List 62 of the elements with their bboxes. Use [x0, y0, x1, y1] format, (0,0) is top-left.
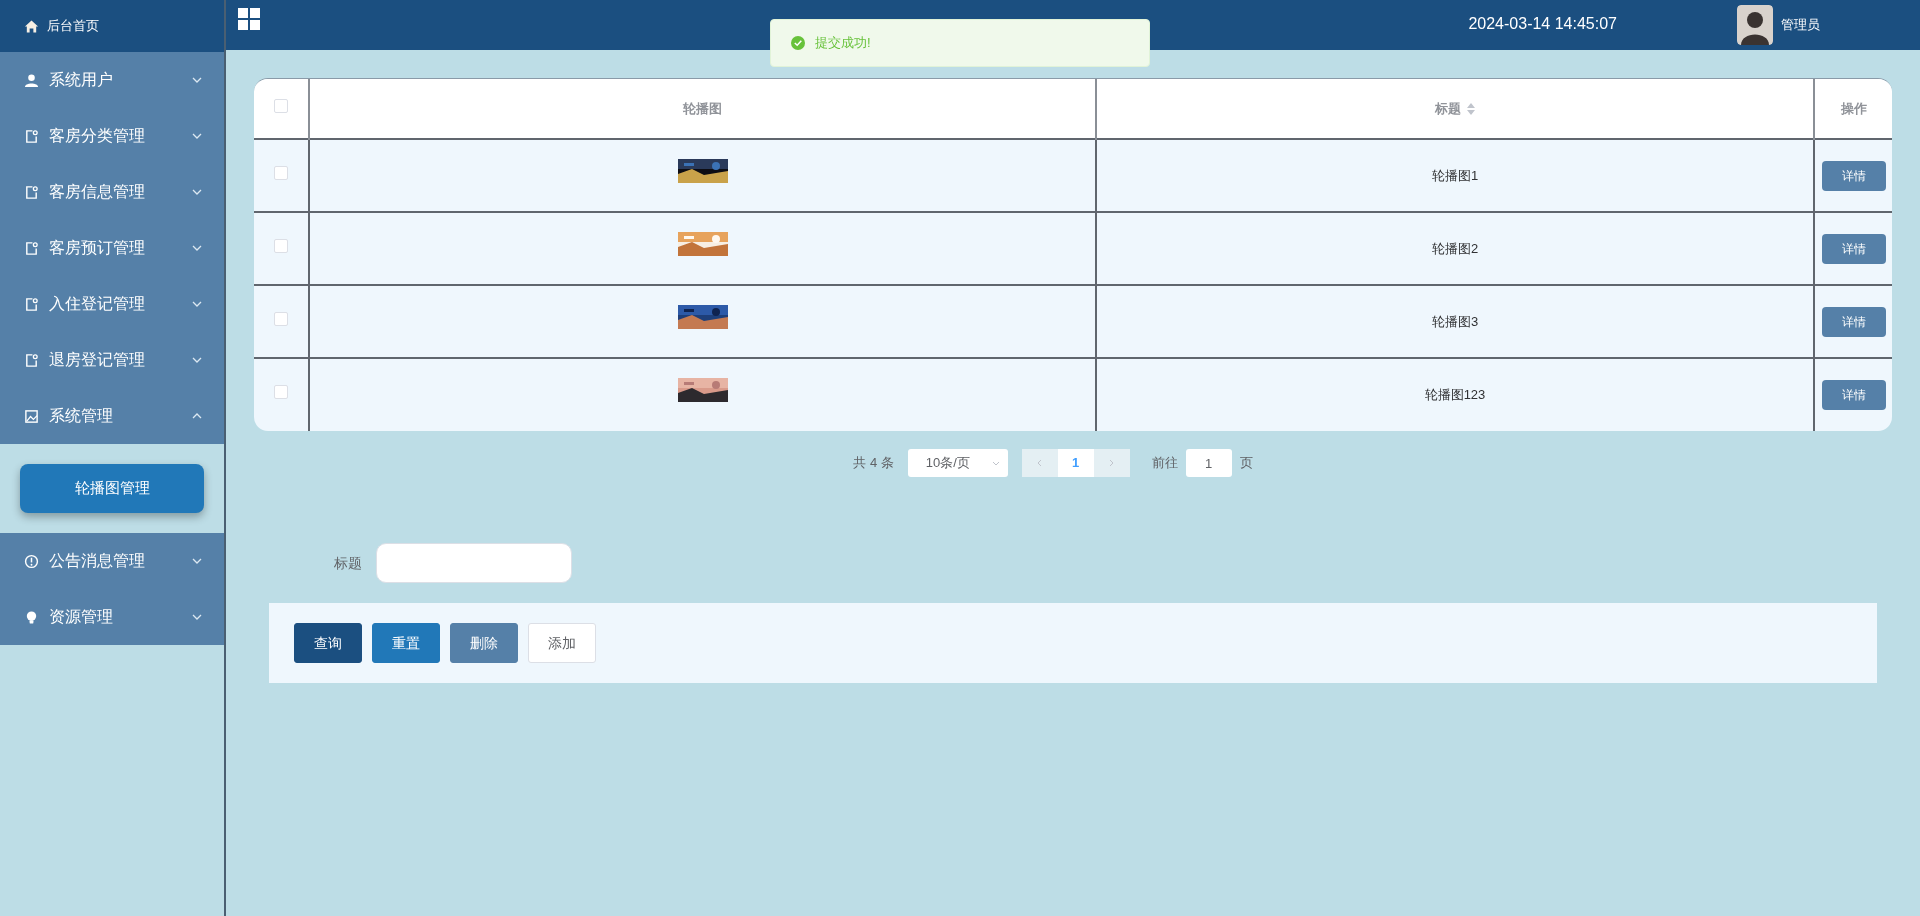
checkbox[interactable] — [274, 165, 288, 180]
success-icon — [791, 36, 805, 50]
page-suffix: 页 — [1239, 454, 1253, 473]
avatar[interactable] — [1737, 5, 1773, 45]
title-search-field[interactable] — [376, 543, 572, 583]
table-cell: 轮播图3 — [1096, 285, 1814, 358]
user-icon — [24, 72, 39, 88]
table-cell: 轮播图123 — [1096, 358, 1814, 431]
header-cell[interactable]: 标题 — [1096, 79, 1814, 139]
sidebar-item[interactable]: 系统用户 — [0, 52, 224, 108]
success-toast: 提交成功! — [770, 19, 1150, 67]
page-size-select[interactable]: 10条/页 — [907, 449, 1008, 477]
header-cell: 操作 — [1814, 79, 1892, 139]
checkbox[interactable] — [274, 385, 288, 400]
details-button[interactable]: 详情 — [1821, 306, 1886, 337]
sidebar-item[interactable]: 退房登记管理 — [0, 332, 224, 388]
action-button[interactable]: 删除 — [450, 623, 518, 663]
action-button[interactable]: 添加 — [528, 623, 596, 663]
page-number[interactable]: 1 — [1057, 449, 1094, 477]
home-menu-item[interactable]: 后台首页 — [0, 0, 224, 52]
document-icon — [24, 128, 39, 144]
sidebar-item[interactable]: 入住登记管理 — [0, 276, 224, 332]
menu-label: 后台首页 — [47, 17, 99, 36]
checkbox[interactable] — [274, 238, 288, 253]
total-count: 共 4 条 — [853, 454, 894, 473]
table-cell: 轮播图2 — [1096, 212, 1814, 285]
checkbox[interactable] — [274, 311, 288, 326]
sidebar-item[interactable]: 公告消息管理 — [0, 533, 224, 589]
next-page-button[interactable] — [1093, 449, 1130, 477]
chevron-right-icon — [1109, 459, 1115, 467]
details-button[interactable]: 详情 — [1821, 380, 1886, 410]
sidebar-item[interactable]: 客房预订管理 — [0, 220, 224, 276]
sidebar-item[interactable]: 客房信息管理 — [0, 164, 224, 220]
sort-icon[interactable] — [1467, 102, 1475, 115]
chevron-down-icon — [991, 460, 1000, 466]
details-button[interactable]: 详情 — [1821, 160, 1886, 191]
goto-page-field[interactable]: 1 — [1185, 449, 1232, 477]
field-label: 标题 — [334, 553, 362, 573]
chevron-left-icon — [1037, 459, 1043, 467]
document-icon — [24, 240, 39, 256]
goto-label: 前往 — [1151, 454, 1178, 473]
prev-page-button[interactable] — [1021, 449, 1058, 477]
document-icon — [24, 296, 39, 312]
bulb-icon — [24, 609, 39, 625]
home-icon — [24, 18, 39, 34]
sidebar-item[interactable]: 客房分类管理 — [0, 108, 224, 164]
sidebar-item[interactable]: 系统管理 — [0, 388, 224, 444]
checkbox[interactable] — [274, 98, 288, 113]
document-icon — [24, 184, 39, 200]
submenu-item[interactable]: 轮播图管理 — [20, 464, 204, 513]
sidebar-item[interactable]: 资源管理 — [0, 589, 224, 645]
header-cell: 轮播图 — [309, 79, 1096, 139]
action-button[interactable]: 查询 — [294, 623, 362, 663]
image-icon — [24, 408, 39, 424]
details-button[interactable]: 详情 — [1821, 233, 1886, 264]
datetime: 2024-03-14 14:45:07 — [1468, 14, 1617, 34]
grid-menu-icon[interactable] — [238, 8, 260, 30]
document-icon — [24, 352, 39, 368]
action-button[interactable]: 重置 — [372, 623, 440, 663]
username: 管理员 — [1781, 16, 1820, 35]
table-cell: 轮播图1 — [1096, 139, 1814, 212]
info-icon — [24, 553, 39, 569]
